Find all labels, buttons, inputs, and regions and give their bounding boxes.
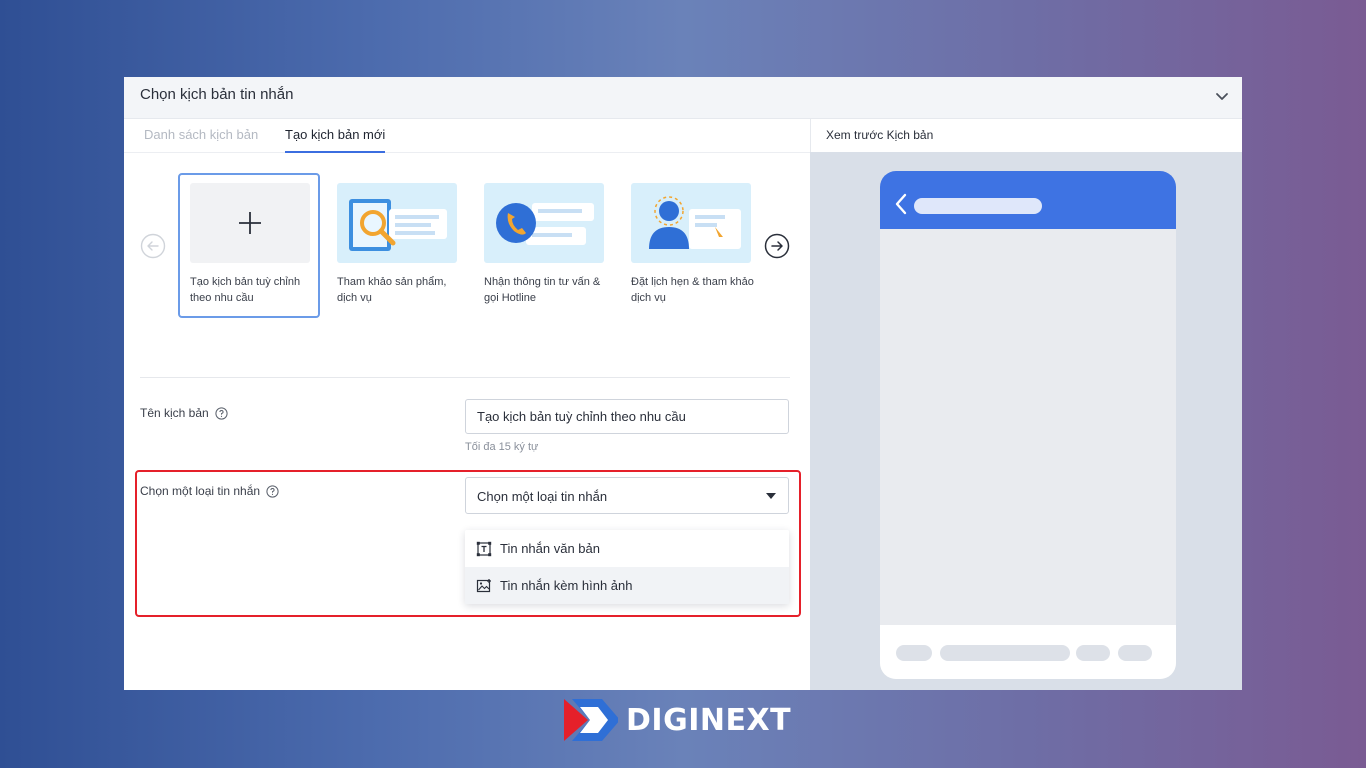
template-card-appointment[interactable]: Đặt lịch hẹn & tham khảo dịch vụ [627, 173, 769, 318]
template-card-products[interactable]: Tham khảo sản phẩm, dịch vụ [333, 173, 475, 318]
template-label: Tạo kịch bản tuỳ chỉnh theo nhu cầu [190, 276, 301, 304]
brand-name: DIGINEXT [626, 702, 792, 738]
editor-panel: Danh sách kịch bản Tạo kịch bản mới Tạo … [124, 119, 810, 690]
preview-header: Xem trước Kịch bản [810, 119, 1242, 152]
text-icon [476, 541, 492, 556]
script-name-label: Tên kịch bản [140, 406, 228, 420]
tab-bar: Danh sách kịch bản Tạo kịch bản mới [124, 119, 810, 153]
person-illustration-icon [631, 183, 751, 263]
phone-preview [880, 171, 1176, 679]
template-label: Nhận thông tin tư vấn & gọi Hotline [484, 276, 601, 304]
dialog-header: Chọn kịch bản tin nhắn [124, 77, 1242, 119]
section-divider [140, 377, 790, 378]
search-illustration-icon [337, 183, 457, 263]
preview-panel: Xem trước Kịch bản [810, 119, 1242, 690]
script-dialog: Chọn kịch bản tin nhắn Danh sách kịch bả… [124, 77, 1242, 690]
arrow-right-icon[interactable] [764, 233, 790, 259]
plus-icon [239, 212, 261, 234]
title-placeholder [914, 198, 1042, 214]
template-thumb [190, 183, 310, 263]
message-type-label: Chọn một loại tin nhắn [140, 484, 279, 498]
template-label: Tham khảo sản phẩm, dịch vụ [337, 276, 447, 304]
brand-logo: DIGINEXT [562, 697, 791, 743]
placeholder-pill [940, 645, 1070, 661]
message-type-menu: Tin nhắn văn bản Tin nhắn kèm hình ảnh [465, 530, 789, 604]
back-icon [895, 193, 907, 215]
placeholder-pill [896, 645, 932, 661]
menu-item-text-message[interactable]: Tin nhắn văn bản [465, 530, 789, 567]
placeholder-pill [1076, 645, 1110, 661]
help-icon[interactable] [266, 484, 279, 498]
message-type-value: Chọn một loại tin nhắn [477, 489, 608, 504]
template-label: Đặt lịch hẹn & tham khảo dịch vụ [631, 276, 754, 304]
dialog-title: Chọn kịch bản tin nhắn [140, 86, 294, 103]
script-name-hint: Tối đa 15 ký tự [465, 441, 539, 453]
phone-bottom-bar [880, 625, 1176, 679]
caret-down-icon [766, 493, 776, 499]
chevron-down-icon[interactable] [1212, 86, 1232, 106]
phone-top-bar [880, 171, 1176, 229]
image-icon [476, 578, 491, 592]
preview-title: Xem trước Kịch bản [826, 128, 934, 142]
message-type-select[interactable]: Chọn một loại tin nhắn [465, 477, 789, 514]
phone-illustration-icon [484, 183, 604, 263]
placeholder-pill [1118, 645, 1152, 661]
template-card-hotline[interactable]: Nhận thông tin tư vấn & gọi Hotline [480, 173, 622, 318]
help-icon[interactable] [215, 406, 228, 420]
script-name-input[interactable] [465, 399, 789, 434]
template-card-custom[interactable]: Tạo kịch bản tuỳ chỉnh theo nhu cầu [178, 173, 320, 318]
tab-new-script[interactable]: Tạo kịch bản mới [285, 127, 386, 153]
menu-item-image-message[interactable]: Tin nhắn kèm hình ảnh [465, 567, 789, 604]
tab-script-list[interactable]: Danh sách kịch bản [144, 127, 258, 151]
arrow-left-icon[interactable] [140, 233, 166, 259]
play-logo-icon [564, 699, 618, 741]
